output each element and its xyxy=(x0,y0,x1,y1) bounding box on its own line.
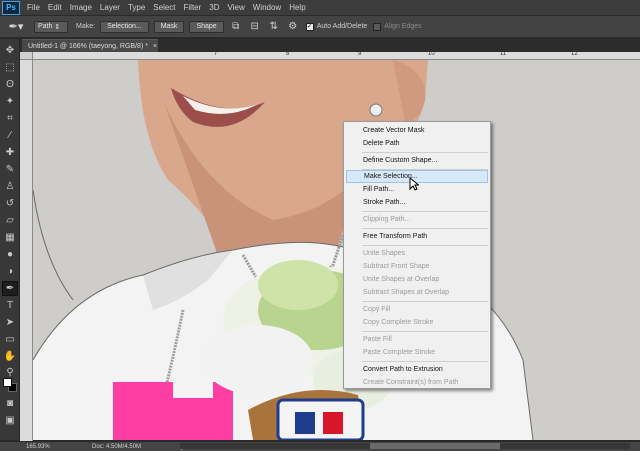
ruler-origin[interactable] xyxy=(20,52,33,60)
ruler-label: 11 xyxy=(500,51,507,57)
menu-window[interactable]: Window xyxy=(249,3,285,12)
menu-item-clipping-path: Clipping Path... xyxy=(363,216,411,223)
menu-separator xyxy=(362,301,488,302)
auto-add-delete-checkbox[interactable]: ✓ xyxy=(305,22,314,31)
eyedropper-tool-icon[interactable]: ⁄ xyxy=(2,128,18,143)
menu-item-unite-shapes-at-overlap: Unite Shapes at Overlap xyxy=(363,276,440,283)
horizontal-ruler[interactable]: 7 8 9 10 11 12 xyxy=(33,51,640,60)
document-tab-title: Untitled-1 @ 166% (taeyong, RGB/8) * xyxy=(28,42,148,50)
crop-tool-icon[interactable]: ⌗ xyxy=(2,111,18,126)
menu-item-paste-fill: Paste Fill xyxy=(363,336,392,343)
history-brush-tool-icon[interactable]: ↺ xyxy=(2,196,18,211)
ruler-label: 9 xyxy=(358,51,362,57)
ruler-label: 10 xyxy=(428,51,435,57)
eraser-tool-icon[interactable]: ▱ xyxy=(2,213,18,228)
document-size: Doc: 4.50M/4.50M xyxy=(92,443,142,450)
screen-mode-icon[interactable]: ▣ xyxy=(2,413,18,428)
align-edges-checkbox[interactable] xyxy=(373,22,382,31)
path-arrangement-icon[interactable]: ⇅ xyxy=(267,20,281,34)
menu-separator xyxy=(362,331,488,332)
make-mask-button[interactable]: Mask xyxy=(153,20,185,33)
path-operations-icon[interactable]: ⧉ xyxy=(229,20,243,34)
options-bar: ✒▾ Path ⇕ Make: Selection... Mask Shape … xyxy=(0,16,640,38)
vertical-ruler[interactable] xyxy=(20,52,33,441)
menu-item-delete-path[interactable]: Delete Path xyxy=(344,137,490,150)
menu-help[interactable]: Help xyxy=(285,3,309,12)
make-shape-button[interactable]: Shape xyxy=(189,20,224,33)
menu-item-stroke-path[interactable]: Stroke Path... xyxy=(344,196,490,209)
marquee-tool-icon[interactable]: ⬚ xyxy=(2,60,18,75)
hand-tool-icon[interactable]: ✋ xyxy=(2,349,18,364)
menu-item-define-custom-shape[interactable]: Define Custom Shape... xyxy=(344,154,490,167)
menu-separator xyxy=(362,152,488,153)
path-selection-tool-icon[interactable]: ➤ xyxy=(2,315,18,330)
brush-tool-icon[interactable]: ✎ xyxy=(2,162,18,177)
menu-separator xyxy=(362,228,488,229)
scrollbar-thumb[interactable] xyxy=(370,443,500,449)
menu-separator xyxy=(362,211,488,212)
mouse-cursor-icon xyxy=(409,177,419,191)
gradient-tool-icon[interactable]: ▦ xyxy=(2,230,18,245)
menu-item-create-constraints-from-path: Create Constraint(s) from Path xyxy=(363,379,459,386)
menu-bar: Ps File Edit Image Layer Type Select Fil… xyxy=(0,0,640,16)
tool-mode-select[interactable]: Path ⇕ xyxy=(34,20,68,33)
menu-item-free-transform-path[interactable]: Free Transform Path xyxy=(344,230,490,243)
menu-item-copy-fill: Copy Fill xyxy=(363,306,391,313)
tools-panel: ✥ ⬚ ʘ ✦ ⌗ ⁄ ✚ ✎ ♙ ↺ ▱ ▦ ● ◑ ✒ T ➤ ▭ ✋ ⚲ … xyxy=(0,39,20,440)
quick-mask-icon[interactable]: ◙ xyxy=(2,396,18,411)
document-tab[interactable]: Untitled-1 @ 166% (taeyong, RGB/8) * × xyxy=(22,39,158,52)
menu-item-subtract-shapes-at-overlap: Subtract Shapes at Overlap xyxy=(363,289,449,296)
photoshop-logo-icon: Ps xyxy=(2,0,20,15)
menu-item-copy-complete-stroke: Copy Complete Stroke xyxy=(363,319,434,326)
menu-item-unite-shapes: Unite Shapes xyxy=(363,250,406,257)
ruler-label: 7 xyxy=(214,51,218,57)
close-icon[interactable]: × xyxy=(153,43,157,50)
pen-tool-icon[interactable]: ✒ xyxy=(2,281,18,296)
menu-filter[interactable]: Filter xyxy=(180,3,206,12)
blur-tool-icon[interactable]: ● xyxy=(2,247,18,262)
menu-item-create-vector-mask[interactable]: Create Vector Mask xyxy=(344,124,490,137)
path-alignment-icon[interactable]: ⊟ xyxy=(248,20,262,34)
quick-selection-tool-icon[interactable]: ✦ xyxy=(2,94,18,109)
pen-tool-preset-icon[interactable]: ✒▾ xyxy=(4,19,28,35)
lasso-tool-icon[interactable]: ʘ xyxy=(2,77,18,92)
menu-item-convert-path-to-extrusion[interactable]: Convert Path to Extrusion xyxy=(344,363,490,376)
photo-image xyxy=(33,60,640,440)
make-label: Make: xyxy=(76,23,96,30)
foreground-color-swatch[interactable] xyxy=(3,378,12,387)
menu-3d[interactable]: 3D xyxy=(205,3,223,12)
menu-image[interactable]: Image xyxy=(66,3,96,12)
zoom-level[interactable]: 165.93% xyxy=(26,444,62,450)
rectangle-tool-icon[interactable]: ▭ xyxy=(2,332,18,347)
align-edges-label: Align Edges xyxy=(384,23,422,30)
menu-view[interactable]: View xyxy=(224,3,249,12)
auto-add-delete-label: Auto Add/Delete xyxy=(316,23,368,30)
horizontal-scrollbar[interactable] xyxy=(180,443,630,449)
menu-separator xyxy=(362,361,488,362)
menu-item-paste-complete-stroke: Paste Complete Stroke xyxy=(363,349,435,356)
clone-stamp-tool-icon[interactable]: ♙ xyxy=(2,179,18,194)
path-context-menu: Create Vector Mask Delete Path Define Cu… xyxy=(343,121,491,389)
type-tool-icon[interactable]: T xyxy=(2,298,18,313)
menu-file[interactable]: File xyxy=(23,3,44,12)
menu-type[interactable]: Type xyxy=(124,3,149,12)
document-canvas[interactable] xyxy=(33,60,640,440)
menu-separator xyxy=(362,245,488,246)
document-tab-bar: Untitled-1 @ 166% (taeyong, RGB/8) * × xyxy=(20,39,640,52)
menu-item-subtract-front-shape: Subtract Front Shape xyxy=(363,263,430,270)
dodge-tool-icon[interactable]: ◑ xyxy=(2,264,18,279)
ruler-label: 12 xyxy=(571,51,578,57)
menu-edit[interactable]: Edit xyxy=(44,3,66,12)
ruler-label: 8 xyxy=(286,51,290,57)
move-tool-icon[interactable]: ✥ xyxy=(2,43,18,58)
healing-brush-tool-icon[interactable]: ✚ xyxy=(2,145,18,160)
menu-select[interactable]: Select xyxy=(149,3,179,12)
make-selection-button[interactable]: Selection... xyxy=(100,20,149,33)
menu-layer[interactable]: Layer xyxy=(96,3,124,12)
gear-icon[interactable]: ⚙ xyxy=(286,20,300,34)
